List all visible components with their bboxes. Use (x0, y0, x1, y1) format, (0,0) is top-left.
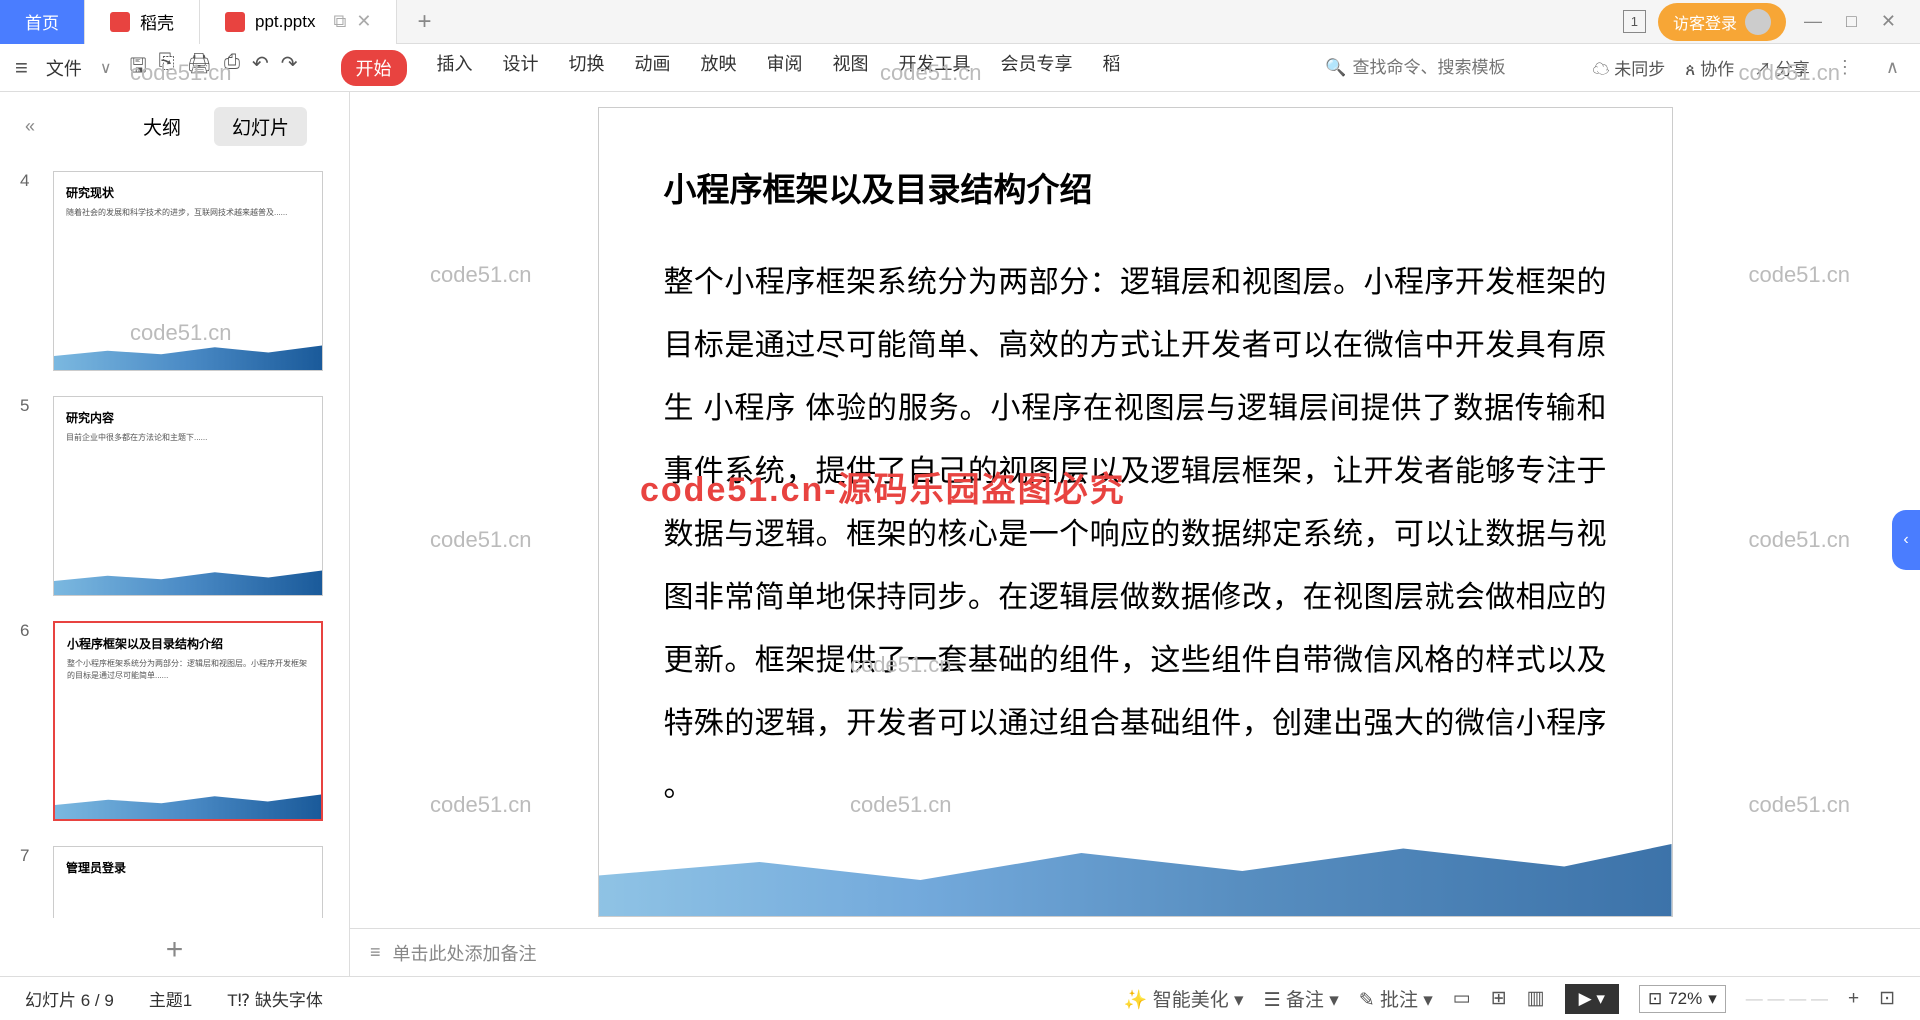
watermark: code51.cn (1748, 262, 1850, 288)
watermark: code51.cn (1748, 527, 1850, 553)
ribbon-tab-review[interactable]: 审阅 (767, 50, 803, 86)
login-button[interactable]: 访客登录 (1658, 3, 1786, 41)
zoom-in-icon[interactable]: + (1848, 988, 1859, 1010)
search-icon: 🔍 (1325, 58, 1346, 78)
slide-panel: « 大纲 幻灯片 4 研究现状随着社会的发展和科学技术的进步，互联网技术越来越普… (0, 92, 350, 982)
notes-placeholder[interactable]: 单击此处添加备注 (393, 940, 537, 966)
ribbon-tab-insert[interactable]: 插入 (437, 50, 473, 86)
maximize-button[interactable]: □ (1840, 11, 1863, 32)
slide-body[interactable]: 整个小程序框架系统分为两部分：逻辑层和视图层。小程序开发框架的目标是通过尽可能简… (664, 251, 1607, 818)
tab-home[interactable]: 首页 (0, 0, 85, 44)
fit-icon[interactable]: ⊡ (1879, 987, 1895, 1010)
notes-icon: ≡ (370, 942, 381, 963)
ribbon-tab-animation[interactable]: 动画 (635, 50, 671, 86)
slideshow-button[interactable]: ▶ ▾ (1565, 984, 1619, 1014)
watermark: code51.cn (430, 527, 532, 553)
redo-icon[interactable]: ↷ (281, 51, 298, 85)
notes-toggle[interactable]: ☰ 备注 ▾ (1264, 985, 1339, 1012)
share-button[interactable]: ↗ 分享 (1754, 55, 1810, 80)
ppt-icon (225, 12, 245, 32)
sync-status[interactable]: ☁ 未同步 (1592, 55, 1665, 80)
ribbon-tab-devtools[interactable]: 开发工具 (899, 50, 971, 86)
normal-view-icon[interactable]: ▭ (1453, 987, 1471, 1010)
collab-button[interactable]: ጰ 协作 (1685, 55, 1734, 80)
collapse-ribbon-icon[interactable]: ∧ (1880, 57, 1905, 78)
ribbon-tabs: 开始 插入 设计 切换 动画 放映 审阅 视图 开发工具 会员专享 稻 (341, 50, 1121, 86)
ribbon-tab-design[interactable]: 设计 (503, 50, 539, 86)
watermark: code51.cn (430, 792, 532, 818)
thumbnail-item[interactable]: 6 小程序框架以及目录结构介绍整个小程序框架系统分为两部分：逻辑层和视图层。小程… (20, 621, 329, 821)
slides-tab[interactable]: 幻灯片 (214, 107, 307, 146)
tab-document[interactable]: ppt.pptx ⧉ ✕ (200, 0, 397, 44)
notification-badge[interactable]: 1 (1623, 10, 1646, 33)
comments-toggle[interactable]: ✎ 批注 ▾ (1359, 985, 1433, 1012)
missing-font-label[interactable]: T⁉ 缺失字体 (227, 986, 323, 1011)
search-box[interactable]: 🔍 (1325, 58, 1572, 78)
ribbon-tab-start[interactable]: 开始 (341, 50, 407, 86)
theme-label[interactable]: 主题1 (149, 986, 192, 1011)
tab-bar: 首页 稻壳 ppt.pptx ⧉ ✕ + 1 访客登录 — □ ✕ (0, 0, 1920, 44)
minimize-button[interactable]: — (1798, 11, 1828, 32)
ribbon-tab-transition[interactable]: 切换 (569, 50, 605, 86)
collapse-panel-icon[interactable]: « (25, 116, 35, 137)
new-icon[interactable]: ⎘ (159, 51, 175, 85)
main-area: « 大纲 幻灯片 4 研究现状随着社会的发展和科学技术的进步，互联网技术越来越普… (0, 92, 1920, 982)
slide-decoration (599, 826, 1672, 916)
ribbon-tab-more[interactable]: 稻 (1103, 50, 1121, 86)
close-button[interactable]: ✕ (1875, 11, 1902, 32)
canvas-area[interactable]: 小程序框架以及目录结构介绍 整个小程序框架系统分为两部分：逻辑层和视图层。小程序… (350, 92, 1920, 982)
status-bar: 幻灯片 6 / 9 主题1 T⁉ 缺失字体 ✨ 智能美化 ▾ ☰ 备注 ▾ ✎ … (0, 976, 1920, 1020)
hamburger-icon[interactable]: ≡ (15, 55, 28, 81)
thumbnail-item[interactable]: 7 管理员登录 (20, 846, 329, 918)
tab-docker[interactable]: 稻壳 (85, 0, 200, 44)
more-icon[interactable]: ⋮ (1830, 57, 1860, 78)
detach-icon[interactable]: ⧉ (334, 11, 347, 32)
ribbon-tab-view[interactable]: 视图 (833, 50, 869, 86)
thumbnail-item[interactable]: 4 研究现状随着社会的发展和科学技术的进步，互联网技术越来越普及...... (20, 171, 329, 371)
file-menu[interactable]: 文件 (46, 55, 82, 81)
ribbon: ≡ 文件 ∨ 🖫 ⎘ 🖨 ⎙ ↶ ↷ 开始 插入 设计 切换 动画 放映 审阅 … (0, 44, 1920, 92)
ribbon-tab-slideshow[interactable]: 放映 (701, 50, 737, 86)
beautify-button[interactable]: ✨ 智能美化 ▾ (1124, 985, 1244, 1012)
print-icon[interactable]: 🖨 (187, 51, 212, 85)
notes-bar[interactable]: ≡ 单击此处添加备注 (350, 928, 1920, 976)
close-tab-icon[interactable]: ✕ (356, 11, 371, 32)
docker-icon (110, 12, 130, 32)
thumbnail-list[interactable]: 4 研究现状随着社会的发展和科学技术的进步，互联网技术越来越普及...... 5… (0, 161, 349, 918)
preview-icon[interactable]: ⎙ (224, 51, 240, 85)
ribbon-tab-vip[interactable]: 会员专享 (1001, 50, 1073, 86)
thumbnail-item[interactable]: 5 研究内容目前企业中很多都在方法论和主题下...... (20, 396, 329, 596)
avatar-icon (1745, 9, 1771, 35)
sorter-view-icon[interactable]: ⊞ (1491, 987, 1507, 1010)
slide-position: 幻灯片 6 / 9 (25, 986, 114, 1011)
outline-tab[interactable]: 大纲 (125, 107, 199, 146)
slide[interactable]: 小程序框架以及目录结构介绍 整个小程序框架系统分为两部分：逻辑层和视图层。小程序… (598, 107, 1673, 917)
save-icon[interactable]: 🖫 (130, 51, 147, 85)
zoom-control[interactable]: ⊡ 72% ▾ (1639, 985, 1726, 1013)
watermark: code51.cn (1748, 792, 1850, 818)
reading-view-icon[interactable]: ▥ (1527, 987, 1545, 1010)
slide-title[interactable]: 小程序框架以及目录结构介绍 (664, 163, 1607, 211)
side-tab-handle[interactable]: ‹ (1892, 510, 1920, 570)
watermark: code51.cn (430, 262, 532, 288)
tab-add-button[interactable]: + (397, 8, 451, 36)
undo-icon[interactable]: ↶ (252, 51, 269, 85)
add-slide-button[interactable]: + (0, 918, 349, 982)
search-input[interactable] (1352, 58, 1572, 78)
